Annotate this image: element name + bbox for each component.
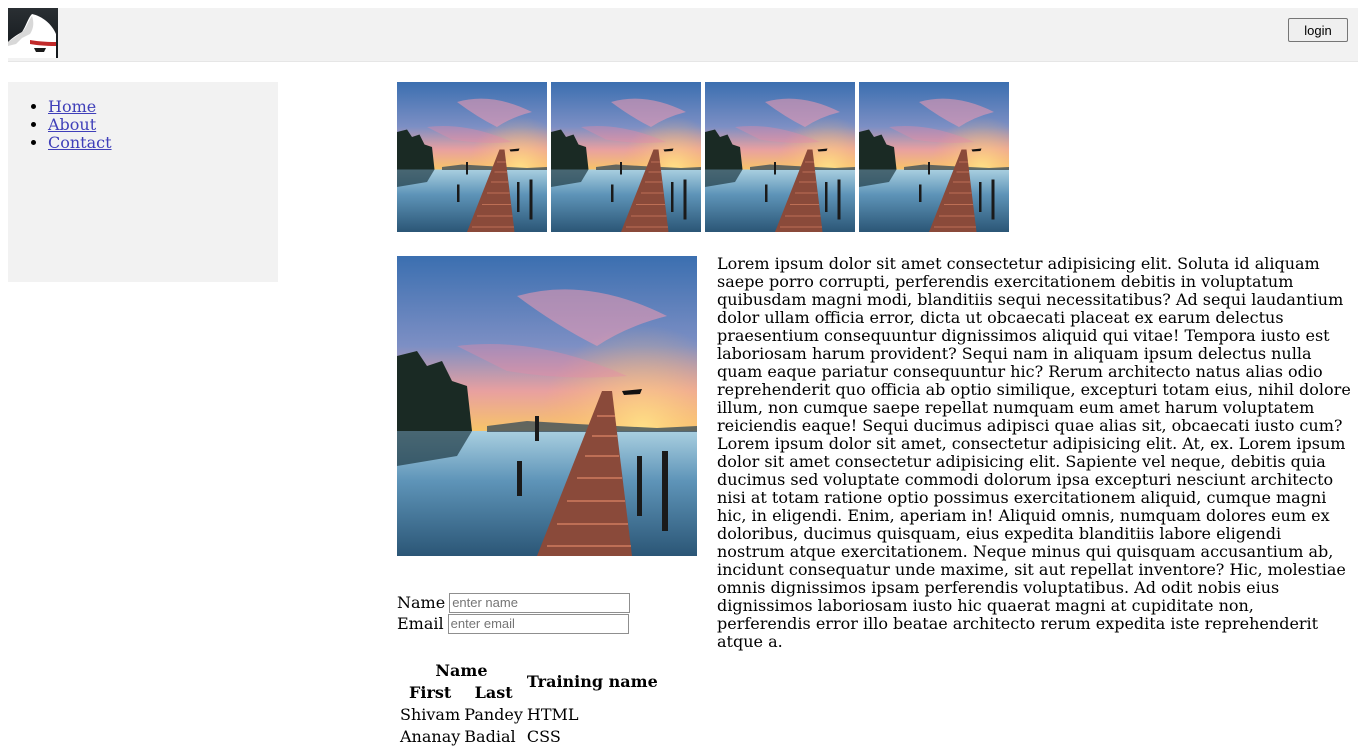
sidebar-item-contact: Contact [48,134,278,152]
login-button[interactable]: login [1288,18,1348,42]
mask-icon [8,8,58,58]
table-row: Ananay Badial CSS [399,727,659,747]
top-header: login [8,8,1358,62]
sidebar-item-about: About [48,116,278,134]
article-paragraph: Lorem ipsum dolor sit amet consectetur a… [717,254,1351,651]
nav-link-home[interactable]: Home [48,97,96,116]
cell-training: HTML [526,705,579,724]
cell-first: Shivam [400,705,461,724]
thumbnail-gallery [397,82,1009,232]
gallery-thumbnail [551,82,701,232]
featured-image [397,256,697,556]
cell-last: Badial [464,727,516,746]
table-row: Shivam Pandey HTML [399,705,659,725]
training-table: Name Training name First Last Shivam Pan… [397,659,661,749]
cell-last: Pandey [464,705,523,724]
email-input[interactable] [447,613,629,634]
email-label: Email [397,614,444,633]
sidebar-item-home: Home [48,98,278,116]
header-training: Training name [526,672,658,691]
sidebar-nav: Home About Contact [8,82,278,282]
header-first: First [409,683,452,702]
cell-first: Ananay [400,727,461,746]
nav-link-about[interactable]: About [48,115,96,134]
name-input[interactable] [449,592,631,613]
gallery-thumbnail [859,82,1009,232]
table-header-row: Name Training name [399,661,659,691]
nav-link-contact[interactable]: Contact [48,133,112,152]
name-label: Name [397,593,446,612]
header-last: Last [474,683,513,702]
cell-training: CSS [526,727,561,746]
header-name-group: Name [435,661,488,680]
contact-form: Name Email [397,592,631,634]
nav-list: Home About Contact [8,82,278,152]
gallery-thumbnail [705,82,855,232]
email-row: Email [397,613,630,634]
name-row: Name [397,592,631,613]
gallery-thumbnail [397,82,547,232]
